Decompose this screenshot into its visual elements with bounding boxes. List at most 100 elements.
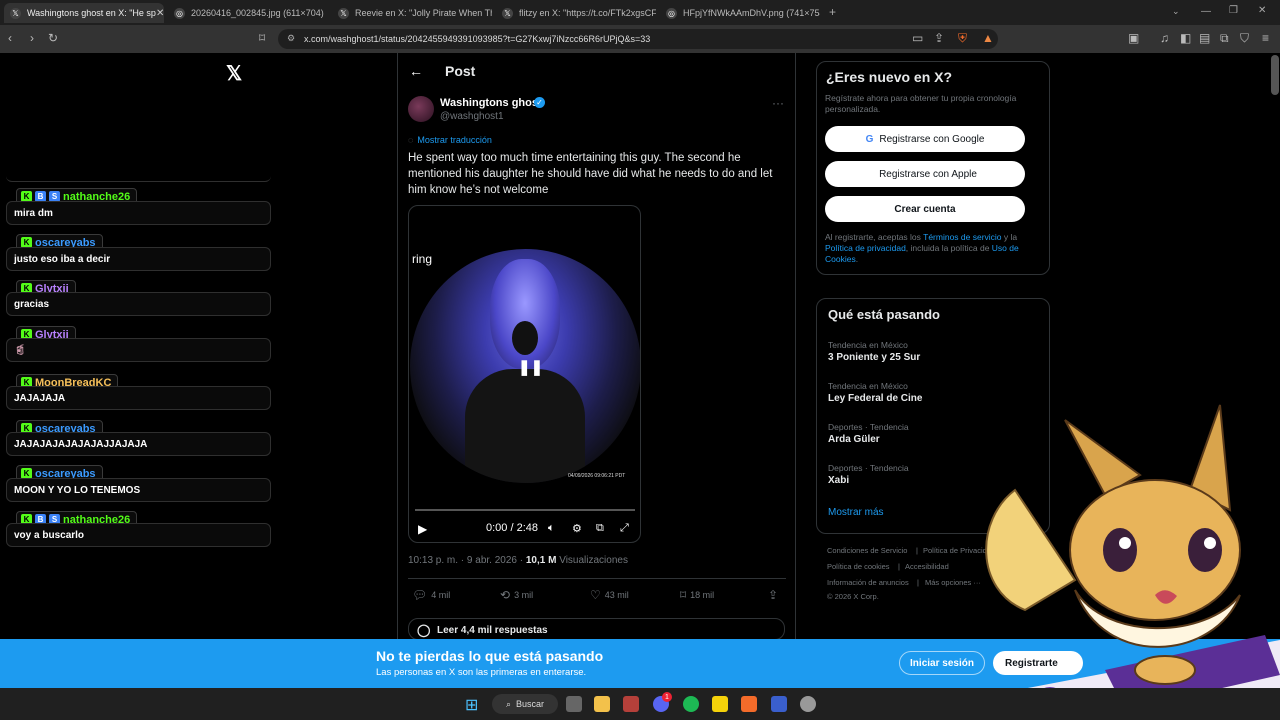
brave-icon[interactable]	[741, 696, 757, 712]
globe-icon: ◎	[666, 7, 677, 19]
fullscreen-icon[interactable]: ⤢	[620, 522, 629, 535]
google-signup-button[interactable]: G Registrarse con Google	[825, 126, 1025, 152]
new-tab-icon[interactable]: +	[829, 5, 836, 19]
show-more-link[interactable]: Mostrar más	[828, 507, 884, 518]
back-icon[interactable]: ‹	[8, 31, 12, 45]
chat-message: 🧃︎	[6, 338, 271, 362]
app-icon[interactable]	[623, 696, 639, 712]
trend-name[interactable]: Arda Güler	[828, 434, 880, 445]
file-explorer-icon[interactable]	[594, 696, 610, 712]
share-button[interactable]: ⇪	[768, 588, 782, 602]
like-count: 43 mil	[604, 590, 629, 600]
video-player[interactable]: ring ❚❚ 04/09/2026 09:06:21 PDT ▶ 0:00 /…	[408, 205, 641, 543]
terms-link[interactable]: Términos de servicio	[923, 232, 1001, 242]
page-scrollbar[interactable]	[1271, 55, 1279, 95]
google-signup-label: Registrarse con Google	[879, 133, 985, 145]
tab-title: HFpjYfNWkAAmDhV.png (741×754)	[683, 8, 820, 18]
create-account-button[interactable]: Crear cuenta	[825, 196, 1025, 222]
trend-context: Tendencia en México	[828, 340, 908, 350]
trend-name[interactable]: Ley Federal de Cine	[828, 393, 922, 404]
trend-context: Tendencia en México	[828, 381, 908, 391]
address-bar[interactable]: ⚙ x.com/washghost1/status/20424559493910…	[278, 29, 998, 49]
obs-icon[interactable]	[800, 696, 816, 712]
brave-rewards-icon[interactable]: ▲	[982, 31, 994, 45]
tab-image-2[interactable]: ◎ HFpjYfNWkAAmDhV.png (741×754)	[660, 3, 820, 23]
tab-flitzy[interactable]: 𝕏 flitzy en X: "https://t.co/FTk2xgsCFd"	[496, 3, 656, 23]
reload-icon[interactable]: ↻	[48, 31, 58, 45]
apple-signup-button[interactable]: Registrarse con Apple	[825, 161, 1025, 187]
url-text: x.com/washghost1/status/2042455949391093…	[304, 34, 651, 44]
pip-icon[interactable]: ⧉	[596, 522, 604, 535]
banner-subtitle: Las personas en X son las primeras en en…	[376, 667, 587, 678]
tab-reevie[interactable]: 𝕏 Reevie en X: "Jolly Pirate When They	[332, 3, 492, 23]
view-label: Visualizaciones	[559, 555, 628, 566]
volume-icon[interactable]: 🔈︎	[548, 522, 555, 535]
back-arrow-icon[interactable]: ←	[409, 63, 423, 79]
google-icon: G	[865, 133, 874, 145]
tab-title: 20260416_002845.jpg (611×704)	[191, 8, 324, 18]
bookmark-button[interactable]: ⌑ 18 mil	[680, 588, 714, 602]
wallet-icon[interactable]: ▤	[1199, 31, 1210, 45]
extensions-icon[interactable]: ⧉	[1220, 31, 1229, 46]
privacy-link[interactable]: Política de privacidad	[825, 243, 906, 253]
repost-button[interactable]: ⟲ 3 mil	[500, 588, 533, 602]
post-time[interactable]: 10:13 p. m. · 9 abr. 2026	[408, 555, 517, 566]
translate-link[interactable]: ◌ Mostrar traducción	[408, 135, 492, 145]
chat-message: mira dm	[6, 201, 271, 225]
brave-shield-icon[interactable]: ⛨	[958, 31, 967, 46]
footer-sep: |	[916, 546, 918, 555]
x-logo-icon[interactable]: 𝕏	[226, 61, 242, 86]
eevee-paw	[1134, 655, 1196, 685]
tab-image-1[interactable]: ◎ 20260416_002845.jpg (611×704)	[168, 3, 328, 23]
site-info-icon[interactable]: ⚙	[287, 33, 295, 44]
footer-link-cookies[interactable]: Política de cookies	[827, 562, 890, 571]
task-view-icon[interactable]	[566, 696, 582, 712]
play-icon[interactable]: ▶	[418, 522, 427, 536]
footer-link-terms[interactable]: Condiciones de Servicio	[827, 546, 907, 555]
author-name[interactable]: Washingtons ghost	[440, 97, 542, 109]
more-options-icon[interactable]: ···	[772, 96, 784, 110]
video-progress-bar[interactable]	[415, 509, 635, 511]
app-icon[interactable]	[771, 696, 787, 712]
settings-icon[interactable]: ⚙	[572, 522, 582, 535]
footer-sep: |	[898, 562, 900, 571]
bookmark-icon[interactable]: ⌑	[259, 31, 265, 45]
search-icon: ⌕	[506, 698, 512, 709]
legal-pre: Al registrarte, aceptas los	[825, 232, 924, 242]
reader-icon[interactable]: ▣	[1128, 31, 1139, 45]
like-button[interactable]: ♡ 43 mil	[590, 588, 629, 602]
tab-active[interactable]: 𝕏 Washingtons ghost en X: "He sp ✕	[4, 3, 164, 23]
legal-mid2: , incluida la política de	[905, 243, 992, 253]
vpn-icon[interactable]: ⛉	[1240, 31, 1249, 46]
tab-title: flitzy en X: "https://t.co/FTk2xgsCFd"	[519, 8, 656, 18]
forward-icon[interactable]: ›	[30, 31, 34, 45]
reply-button[interactable]: 💬︎ 4 mil	[412, 588, 450, 602]
author-avatar[interactable]	[408, 96, 434, 122]
taskbar-search[interactable]: ⌕ Buscar	[492, 694, 558, 714]
sticky-notes-icon[interactable]	[712, 696, 728, 712]
menu-icon[interactable]: ≡	[1262, 31, 1269, 45]
author-handle[interactable]: @washghost1	[440, 111, 504, 122]
minimize-icon[interactable]: —	[1201, 6, 1211, 17]
translate-icon: ◌	[408, 135, 414, 145]
footer-link-accessibility[interactable]: Accesibilidad	[905, 562, 949, 571]
windows-start-icon[interactable]: ⊞	[465, 695, 478, 715]
legal-mid: y la	[1001, 232, 1018, 242]
sidebar-icon[interactable]: ◧	[1180, 31, 1191, 45]
close-window-icon[interactable]: ✕	[1258, 5, 1266, 16]
share-icon[interactable]: ⇪	[934, 31, 944, 45]
close-tab-icon[interactable]: ✕	[156, 8, 164, 19]
pause-icon[interactable]: ❚❚	[518, 358, 543, 376]
tab-list-icon[interactable]: ⌄	[1172, 6, 1180, 17]
eye-shine	[1204, 537, 1216, 549]
footer-link-ads[interactable]: Información de anuncios	[827, 578, 909, 587]
trend-name[interactable]: Xabi	[828, 475, 849, 486]
cast-icon[interactable]: ▭	[912, 31, 923, 45]
read-replies-button[interactable]: ◯ Leer 4,4 mil respuestas	[408, 618, 785, 640]
media-icon[interactable]: ♫	[1160, 31, 1169, 45]
restore-icon[interactable]: ❐	[1229, 5, 1238, 16]
browser-tab-bar: 𝕏 Washingtons ghost en X: "He sp ✕ ◎ 202…	[0, 0, 1280, 25]
divider	[408, 578, 786, 579]
trend-name[interactable]: 3 Poniente y 25 Sur	[828, 352, 920, 363]
spotify-icon[interactable]	[683, 696, 699, 712]
